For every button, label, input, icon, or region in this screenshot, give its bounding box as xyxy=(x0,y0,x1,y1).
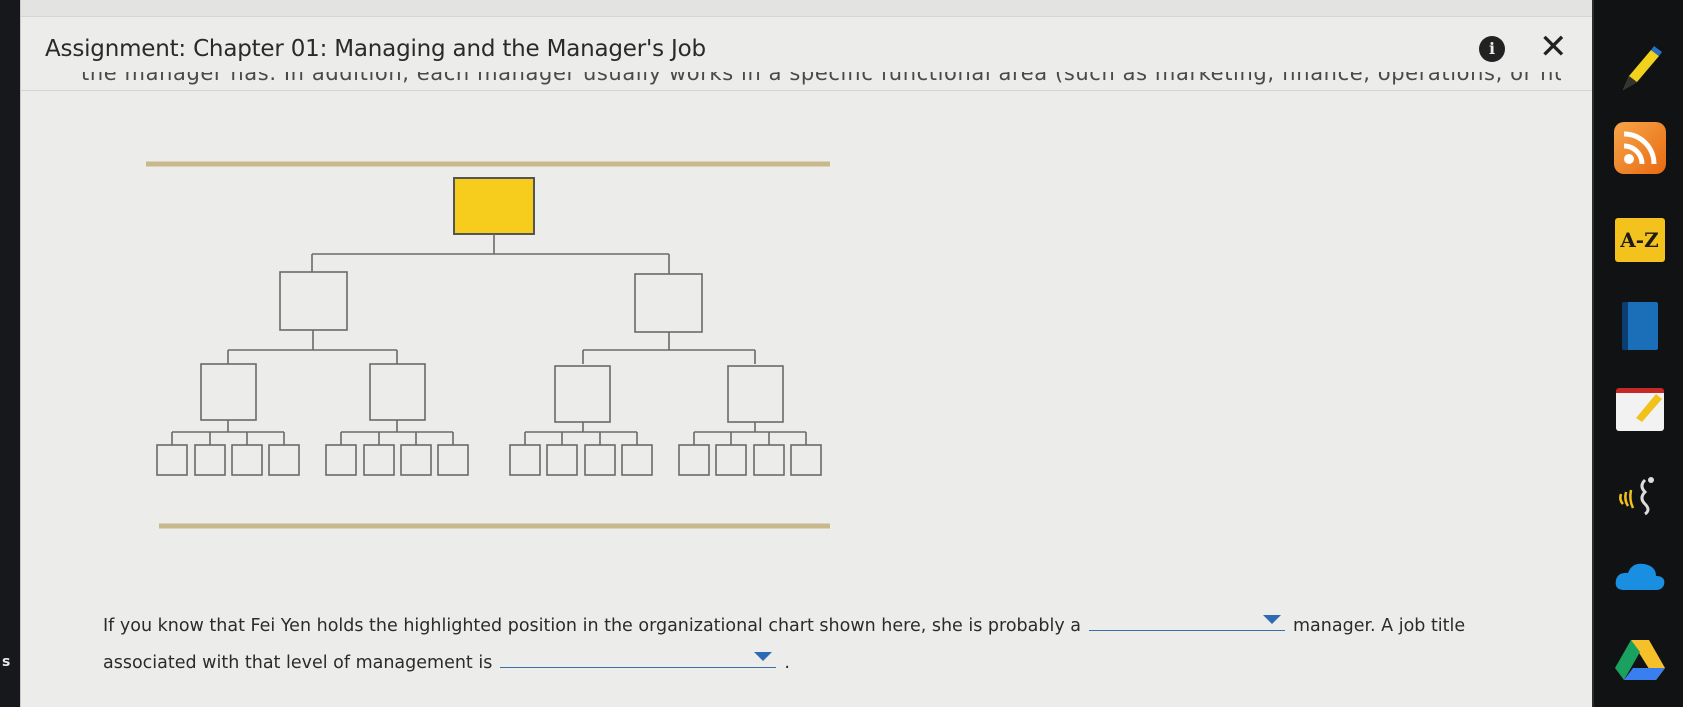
cloud-storage-icon[interactable] xyxy=(1594,556,1683,600)
employee-box xyxy=(621,444,653,476)
org-chart xyxy=(146,161,830,529)
first-line-manager-box xyxy=(727,365,784,423)
employee-box xyxy=(325,444,357,476)
question-text-part-3: . xyxy=(784,653,790,673)
tools-sidebar: A-Z xyxy=(1592,0,1683,707)
partially-hidden-text: the manager has. In addition, each manag… xyxy=(81,72,1561,88)
employee-box xyxy=(509,444,541,476)
dropdown-arrow-icon[interactable] xyxy=(754,652,773,661)
a-z-label: A-Z xyxy=(1614,218,1665,262)
rss-feed-icon[interactable] xyxy=(1594,122,1683,174)
middle-manager-box xyxy=(634,273,703,333)
employee-box xyxy=(231,444,263,476)
pen-tool-icon[interactable] xyxy=(1594,42,1683,100)
employee-box xyxy=(363,444,395,476)
management-level-dropdown[interactable] xyxy=(1089,608,1285,631)
job-title-dropdown[interactable] xyxy=(500,645,777,668)
first-line-manager-box xyxy=(554,365,611,423)
header-divider xyxy=(21,90,1593,91)
top-manager-box xyxy=(453,177,535,235)
employee-box xyxy=(194,444,226,476)
employee-box xyxy=(437,444,469,476)
assignment-title: Assignment: Chapter 01: Managing and the… xyxy=(45,36,706,62)
left-edge-label: s xyxy=(2,654,11,670)
assignment-panel: Assignment: Chapter 01: Managing and the… xyxy=(20,0,1593,707)
top-strip xyxy=(21,0,1593,17)
left-screen-edge: s xyxy=(0,0,20,707)
question-text-part-1: If you know that Fei Yen holds the highl… xyxy=(103,616,1081,636)
employee-box xyxy=(790,444,822,476)
ebook-icon[interactable] xyxy=(1594,302,1683,350)
middle-manager-box xyxy=(279,271,348,331)
info-icon[interactable]: i xyxy=(1479,36,1505,62)
employee-box xyxy=(400,444,432,476)
a-z-glossary-icon[interactable]: A-Z xyxy=(1594,218,1683,262)
notes-icon[interactable] xyxy=(1594,388,1683,431)
employee-box xyxy=(678,444,710,476)
employee-box xyxy=(584,444,616,476)
question-block: If you know that Fei Yen holds the highl… xyxy=(103,608,1563,682)
employee-box xyxy=(546,444,578,476)
first-line-manager-box xyxy=(369,363,426,421)
read-aloud-icon[interactable] xyxy=(1594,470,1683,520)
dropdown-arrow-icon[interactable] xyxy=(1263,615,1281,624)
close-icon[interactable]: ✕ xyxy=(1539,30,1568,64)
employee-box xyxy=(715,444,747,476)
employee-box xyxy=(268,444,300,476)
cut-off-sentence: the manager has. In addition, each manag… xyxy=(81,72,1561,85)
google-drive-icon[interactable] xyxy=(1594,636,1683,686)
employee-box xyxy=(156,444,188,476)
employee-box xyxy=(753,444,785,476)
first-line-manager-box xyxy=(200,363,257,421)
